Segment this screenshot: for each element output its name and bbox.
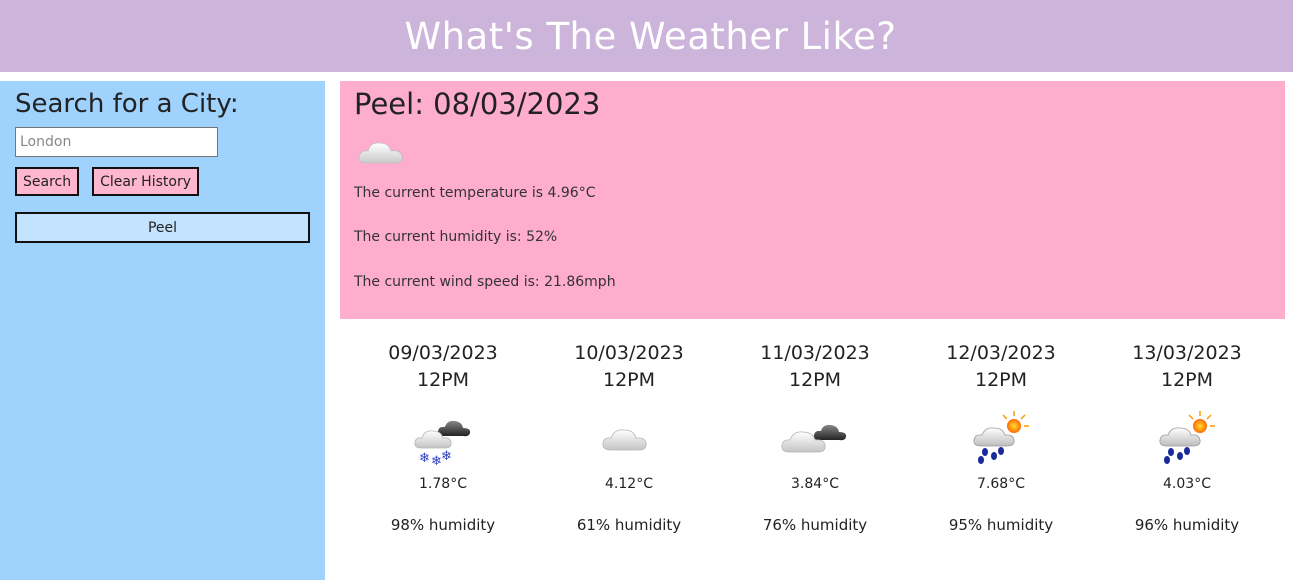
forecast-humidity: 61% humidity	[576, 516, 682, 534]
forecast-temperature: 7.68°C	[977, 476, 1025, 492]
forecast-humidity: 76% humidity	[762, 516, 868, 534]
forecast-time: 12PM	[416, 369, 470, 391]
rain-sun-icon	[961, 410, 1041, 470]
forecast-date: 11/03/2023	[760, 342, 870, 364]
forecast-card: 12/03/2023 12PM 7.68°C 95% humidity	[908, 340, 1094, 560]
forecast-date: 12/03/2023	[946, 342, 1056, 364]
forecast-temperature: 4.12°C	[605, 476, 653, 492]
history-item-peel[interactable]: Peel	[15, 212, 310, 243]
current-wind-speed: The current wind speed is: 21.86mph	[354, 274, 616, 290]
forecast-humidity: 96% humidity	[1134, 516, 1240, 534]
forecast-date: 13/03/2023	[1132, 342, 1242, 364]
forecast-humidity: 95% humidity	[948, 516, 1054, 534]
forecast-card: 09/03/2023 12PM ❄ ❄ ❄ 1.78°C 98% humidity	[350, 340, 536, 560]
city-search-input[interactable]	[15, 127, 218, 157]
five-day-forecast: 09/03/2023 12PM ❄ ❄ ❄ 1.78°C 98% humidity …	[350, 340, 1280, 560]
cloud-icon	[354, 133, 414, 173]
forecast-card: 10/03/2023 12PM 4.12°C 61% humidity	[536, 340, 722, 560]
search-sidebar: Search for a City: Search Clear History …	[0, 81, 325, 580]
forecast-card: 11/03/2023 12PM 3.84°C 76% humidity	[722, 340, 908, 560]
forecast-date: 10/03/2023	[574, 342, 684, 364]
forecast-humidity: 98% humidity	[390, 516, 496, 534]
broken-clouds-icon	[775, 410, 855, 470]
search-heading: Search for a City:	[15, 89, 239, 119]
forecast-time: 12PM	[974, 369, 1028, 391]
forecast-time: 12PM	[788, 369, 842, 391]
current-weather-panel: Peel: 08/03/2023 The current temperature…	[340, 81, 1285, 319]
forecast-temperature: 4.03°C	[1163, 476, 1211, 492]
clear-history-button[interactable]: Clear History	[92, 167, 199, 196]
svg-text:❄: ❄	[441, 449, 452, 464]
cloud-icon	[589, 410, 669, 470]
forecast-card: 13/03/2023 12PM 4.03°C 96% humidity	[1094, 340, 1280, 560]
forecast-date: 09/03/2023	[388, 342, 498, 364]
search-button-row: Search Clear History	[15, 167, 310, 196]
svg-text:❄: ❄	[419, 451, 430, 466]
page-title: What's The Weather Like?	[404, 14, 897, 58]
snow-cloud-icon: ❄ ❄ ❄	[403, 410, 483, 470]
forecast-time: 12PM	[602, 369, 656, 391]
forecast-temperature: 3.84°C	[791, 476, 839, 492]
page-header: What's The Weather Like?	[0, 0, 1293, 72]
forecast-temperature: 1.78°C	[419, 476, 467, 492]
current-temperature: The current temperature is 4.96°C	[354, 185, 596, 201]
rain-sun-icon	[1147, 410, 1227, 470]
search-button[interactable]: Search	[15, 167, 80, 196]
current-humidity: The current humidity is: 52%	[354, 229, 558, 245]
forecast-time: 12PM	[1160, 369, 1214, 391]
current-city-date: Peel: 08/03/2023	[354, 87, 601, 121]
